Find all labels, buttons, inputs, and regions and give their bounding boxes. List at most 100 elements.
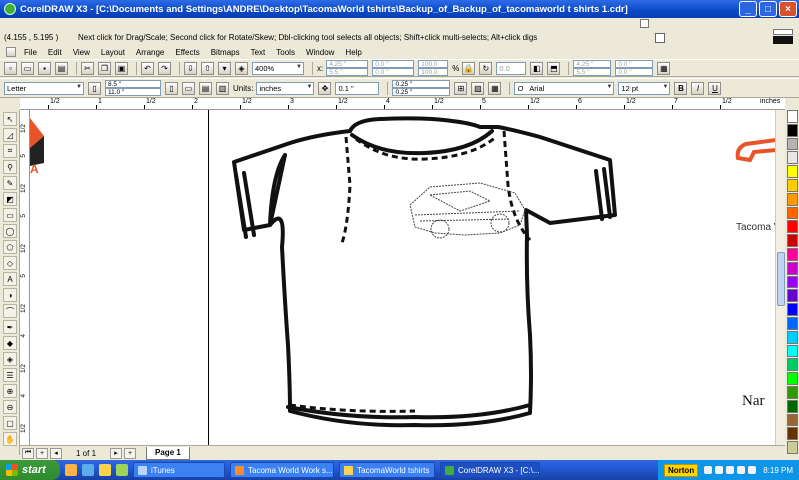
ellipse-tool-icon[interactable]: ◯	[3, 224, 17, 238]
size-height-input[interactable]: 0.0 "	[372, 68, 415, 76]
portrait-icon[interactable]: ▯	[165, 81, 178, 95]
palette-swatch[interactable]	[787, 110, 798, 123]
duplicate-y-input[interactable]: 0.25 "	[392, 88, 451, 96]
hand-tool-icon[interactable]: ✋	[3, 432, 17, 446]
task-tacomaworld-tshirts[interactable]: TacomaWorld tshirts	[339, 462, 435, 478]
freehand-tool-icon[interactable]: ✎	[3, 176, 17, 190]
font-size-select[interactable]: 12 pt	[618, 81, 671, 95]
menu-help[interactable]: Help	[345, 48, 361, 57]
size2-height-input[interactable]: 0.0 "	[615, 68, 654, 76]
quicklaunch-desktop-icon[interactable]	[116, 464, 128, 476]
eyedropper-tool-icon[interactable]: ⌒	[3, 304, 17, 318]
palette-swatch[interactable]	[787, 399, 798, 413]
duplicate-x-input[interactable]: 0.25 "	[392, 80, 451, 88]
text-tool-icon[interactable]: A	[3, 272, 17, 286]
first-page-button[interactable]: ⏮	[22, 447, 34, 459]
palette-swatch[interactable]	[787, 192, 798, 206]
palette-swatch[interactable]	[787, 123, 798, 137]
nudge-distance-input[interactable]: 0.1 "	[335, 81, 380, 95]
palette-swatch[interactable]	[787, 289, 798, 303]
menu-view[interactable]: View	[73, 48, 90, 57]
menu-edit[interactable]: Edit	[48, 48, 62, 57]
underline-icon[interactable]: U	[708, 81, 722, 95]
mirror-horizontal-icon[interactable]: ◧	[530, 61, 544, 75]
menu-tools[interactable]: Tools	[276, 48, 295, 57]
palette-swatch[interactable]	[787, 137, 798, 151]
bold-icon[interactable]: B	[674, 81, 688, 95]
basic-shapes-tool-icon[interactable]: ◇	[3, 256, 17, 270]
tray-icon-5[interactable]	[748, 466, 757, 474]
outline-color-indicator[interactable]	[773, 36, 793, 44]
palette-swatch[interactable]	[787, 303, 798, 316]
menu-bitmaps[interactable]: Bitmaps	[211, 48, 240, 57]
palette-swatch[interactable]	[787, 330, 798, 344]
coreldraw-app-icon[interactable]	[4, 3, 16, 15]
palette-swatch[interactable]	[787, 344, 798, 358]
outline-tool-icon[interactable]: ✒	[3, 320, 17, 334]
palette-swatch[interactable]	[787, 206, 798, 220]
vertical-scrollbar[interactable]	[775, 110, 785, 445]
mirror-vertical-icon[interactable]: ⬒	[547, 61, 561, 75]
cut-icon[interactable]: ✂	[81, 61, 94, 75]
paste-icon[interactable]: ▣	[115, 61, 128, 75]
copy-icon[interactable]: ❐	[98, 61, 111, 75]
rectangle-tool-icon[interactable]: ▭	[3, 208, 17, 222]
undo-icon[interactable]: ↶	[141, 61, 154, 75]
add-page-button[interactable]: +	[36, 447, 48, 459]
zoom-out-icon[interactable]: ⊖	[3, 400, 17, 414]
zoom-tool-icon[interactable]: ⚲	[3, 160, 17, 174]
crop-tool-icon[interactable]: ⌗	[3, 144, 17, 158]
position-y-input[interactable]: 5.5 "	[326, 68, 369, 76]
interactive-blend-tool-icon[interactable]: ◑	[3, 288, 17, 302]
task-coreldraw[interactable]: CorelDRAW X3 - [C:\...	[440, 462, 540, 478]
italic-icon[interactable]: I	[691, 81, 705, 95]
menu-file[interactable]: File	[24, 48, 37, 57]
new-icon[interactable]: ▫	[4, 61, 17, 75]
print-icon[interactable]: ▤	[55, 61, 68, 75]
options-icon[interactable]: ▦	[657, 61, 671, 75]
import-icon[interactable]: ⇩	[184, 61, 197, 75]
all-pages-icon[interactable]: ▤	[199, 81, 212, 95]
units-select[interactable]: inches	[256, 81, 315, 95]
scale-height-input[interactable]: 100.0	[418, 68, 449, 76]
zoom-in-icon[interactable]: ⊕	[3, 384, 17, 398]
page-size-icon[interactable]: ▯	[88, 81, 101, 95]
fill-tool-icon[interactable]	[655, 33, 665, 43]
quicklaunch-ie-icon[interactable]	[82, 464, 94, 476]
scale-width-input[interactable]: 100.0	[418, 60, 449, 68]
font-select[interactable]: O Arial	[514, 81, 615, 95]
menu-layout[interactable]: Layout	[101, 48, 125, 57]
menu-window[interactable]: Window	[306, 48, 334, 57]
export-icon[interactable]: ⇧	[201, 61, 214, 75]
document-menu-icon[interactable]	[6, 47, 16, 57]
lock-ratio-icon[interactable]: 🔒	[462, 61, 476, 75]
pick-tool-icon[interactable]: ↖	[3, 112, 17, 126]
task-itunes[interactable]: iTunes	[133, 462, 225, 478]
interactive-fill-tool-icon[interactable]: ◈	[3, 352, 17, 366]
fill-tool-icon-box[interactable]: ◆	[3, 336, 17, 350]
save-icon[interactable]: ▪	[38, 61, 51, 75]
position-x-input[interactable]: 4.25 "	[326, 60, 369, 68]
size-width-input[interactable]: 0.0 "	[372, 60, 415, 68]
menu-effects[interactable]: Effects	[175, 48, 199, 57]
rotation-icon[interactable]: ↻	[479, 61, 493, 75]
palette-swatch[interactable]	[787, 358, 798, 372]
palette-swatch[interactable]	[787, 247, 798, 261]
add-page-after-button[interactable]: +	[124, 447, 137, 459]
maximize-button[interactable]: □	[759, 1, 777, 17]
tray-icon-2[interactable]	[715, 466, 724, 474]
scrollbar-thumb[interactable]	[777, 252, 785, 306]
palette-swatch[interactable]	[787, 261, 798, 275]
palette-swatch[interactable]	[787, 220, 798, 234]
drawing-canvas[interactable]: A Tacoma Nar	[30, 110, 775, 445]
welcome-screen-icon[interactable]: ◈	[235, 61, 248, 75]
rotation-input[interactable]: 0.0	[496, 61, 527, 75]
position2-y-input[interactable]: 5.5 "	[573, 68, 612, 76]
palette-swatch[interactable]	[787, 275, 798, 289]
size2-width-input[interactable]: 0.0 "	[615, 60, 654, 68]
paper-height-input[interactable]: 11.0 "	[105, 88, 161, 96]
start-button[interactable]: start	[0, 460, 60, 480]
prev-page-button[interactable]: ◂	[50, 447, 62, 459]
treat-as-filled-icon[interactable]: ▨	[471, 81, 485, 95]
fill-color-indicator[interactable]	[773, 29, 793, 35]
